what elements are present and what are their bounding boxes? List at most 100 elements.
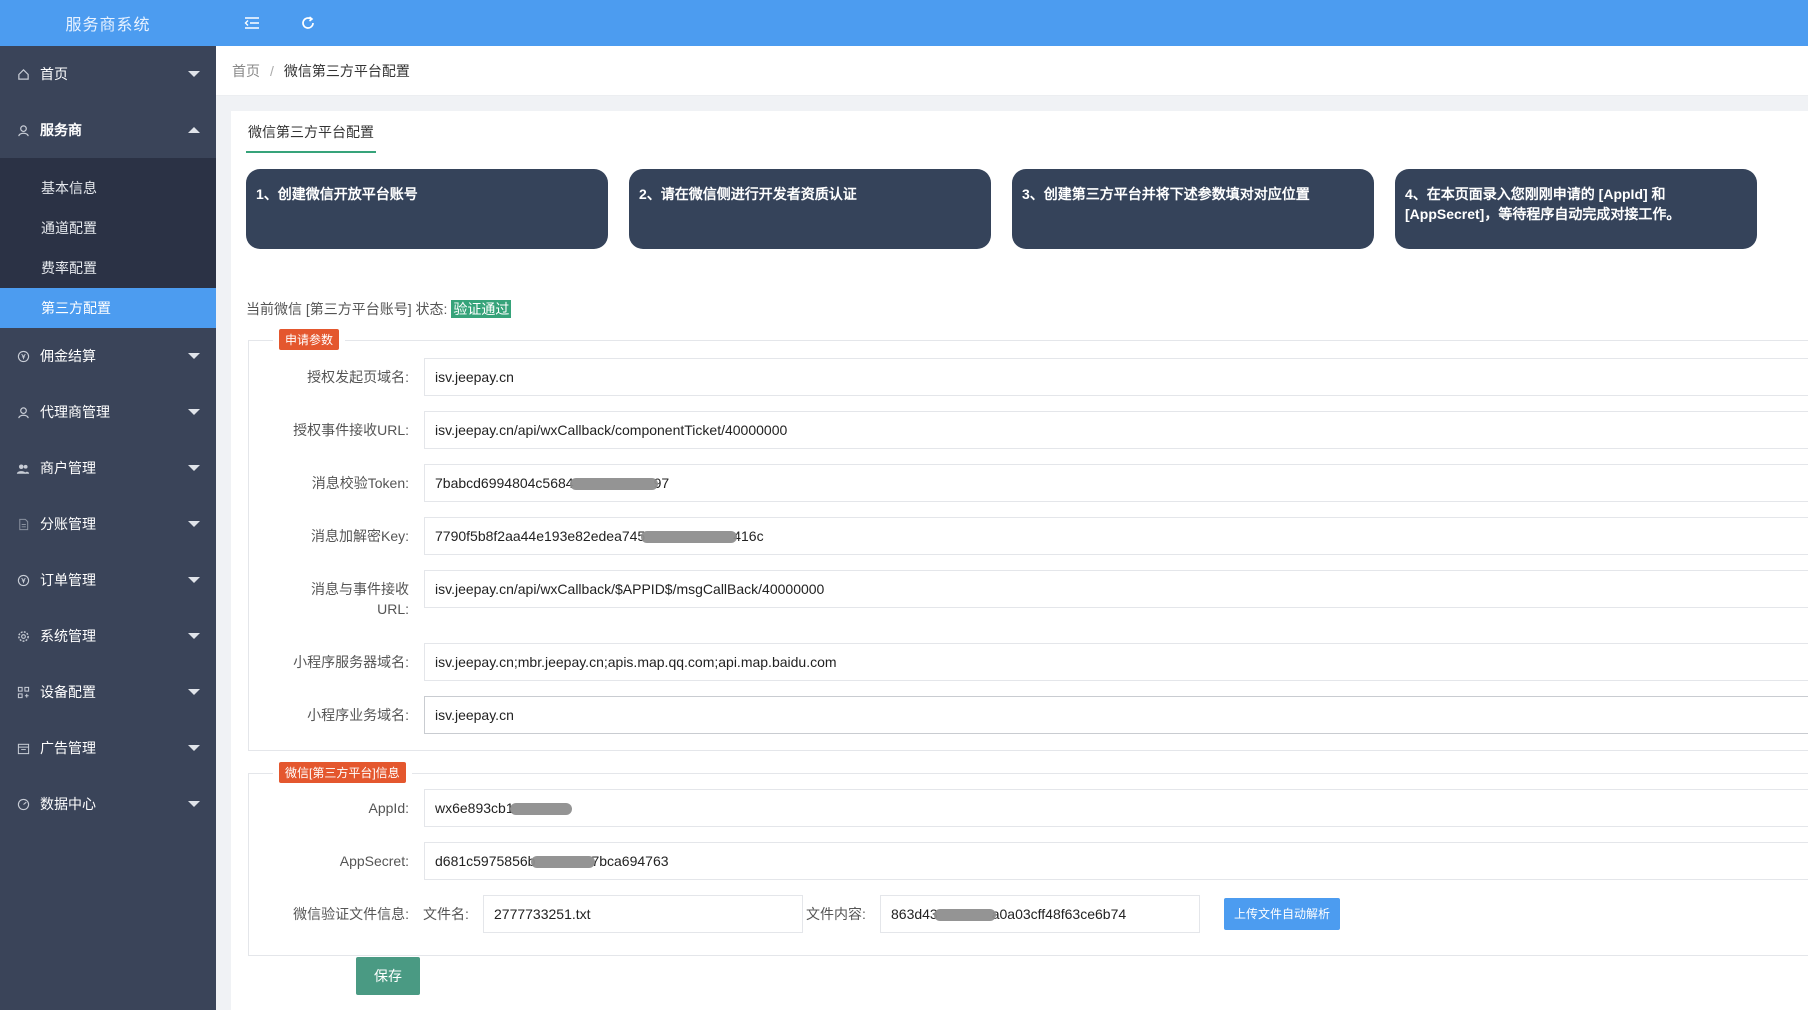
sidebar-item-basic-info[interactable]: 基本信息 [0,168,216,208]
dashboard-icon [16,797,30,811]
sidebar-item-label: 首页 [40,66,68,82]
filename-label: 文件名: [423,906,469,922]
breadcrumb-current: 微信第三方平台配置 [283,62,410,79]
auth-page-domain-input[interactable]: isv.jeepay.cn [424,358,1808,396]
field-label: 消息加解密Key: [310,528,409,544]
refresh-icon[interactable] [298,13,318,33]
appsecret-input[interactable]: d681c5975856b 7bca694763 [424,842,1808,880]
redaction-mask [933,909,996,922]
sidebar-item-provider[interactable]: 服务商 [0,102,216,158]
status-prefix: 当前微信 [第三方平台账号] 状态: [246,301,452,317]
apply-params-section: 申请参数 授权发起页域名: isv.jeepay.cn 授权事件接收URL: i… [248,329,1808,751]
save-button[interactable]: 保存 [356,957,420,995]
sidebar-item-label: 设备配置 [40,684,96,700]
field-label: 微信验证文件信息: [293,906,409,922]
value-end: 7bca694763 [591,853,669,869]
user-icon [16,405,30,419]
auth-event-url-input[interactable]: isv.jeepay.cn/api/wxCallback/componentTi… [424,411,1808,449]
message-aes-key-input[interactable]: 7790f5b8f2aa44e193e82edea745 416c [424,517,1808,555]
sidebar-item-label: 代理商管理 [40,404,110,420]
field-label: 授权发起页域名: [307,369,409,385]
upload-parse-button[interactable]: 上传文件自动解析 [1224,898,1341,930]
platform-info-section: 微信[第三方平台]信息 AppId: wx6e893cb1 AppSecret:… [248,762,1808,956]
sidebar-item-label: 商户管理 [40,460,96,476]
breadcrumb-home[interactable]: 首页 [232,61,260,81]
yen-icon [16,349,30,363]
sidebar-item-commission[interactable]: 佣金结算 [0,328,216,384]
redaction-mask [569,478,658,491]
tab-wechat-third-party-config[interactable]: 微信第三方平台配置 [246,111,376,153]
chevron-down-icon [188,745,200,751]
sidebar: 服务商系统 首页 服务商 基本信息 通道配置 费率配置 第三方配置 佣金结算 代… [0,0,216,1010]
miniprogram-business-domain-input[interactable]: isv.jeepay.cn [424,696,1808,734]
main-panel: 微信第三方平台配置 1、创建微信开放平台账号 2、请在微信侧进行开发者资质认证 … [231,111,1808,1010]
steps-guide: 1、创建微信开放平台账号 2、请在微信侧进行开发者资质认证 3、创建第三方平台并… [246,169,1808,249]
value-start: d681c5975856b [435,853,536,869]
value-start: 7babcd6994804c5684 [435,475,574,491]
sidebar-item-channel-config[interactable]: 通道配置 [0,208,216,248]
sidebar-item-agent[interactable]: 代理商管理 [0,384,216,440]
chevron-down-icon [188,521,200,527]
sidebar-item-label: 服务商 [40,122,82,138]
message-token-input[interactable]: 7babcd6994804c5684 97 [424,464,1808,502]
field-label: AppId: [368,800,409,816]
value-start: wx6e893cb1 [435,800,514,816]
value-start: 7790f5b8f2aa44e193e82edea745 [435,528,646,544]
sidebar-item-label: 分账管理 [40,516,96,532]
sidebar-item-ads[interactable]: 广告管理 [0,720,216,776]
redaction-mask [509,803,572,816]
apps-icon [16,685,30,699]
breadcrumb: 首页 / 微信第三方平台配置 [216,46,1808,96]
file-icon [16,517,30,531]
sidebar-item-split[interactable]: 分账管理 [0,496,216,552]
message-callback-url-input[interactable]: isv.jeepay.cn/api/wxCallback/$APPID$/msg… [424,570,1808,608]
yen-icon [16,573,30,587]
status-badge: 验证通过 [451,300,512,318]
sidebar-item-third-party-config[interactable]: 第三方配置 [0,288,216,328]
chevron-down-icon [188,633,200,639]
field-label: AppSecret: [339,853,409,869]
sidebar-item-home[interactable]: 首页 [0,46,216,102]
section-legend: 申请参数 [279,329,340,350]
sidebar-item-label: 数据中心 [40,796,96,812]
menu-fold-icon[interactable] [242,13,262,33]
chevron-down-icon [188,465,200,471]
provider-submenu: 基本信息 通道配置 费率配置 第三方配置 [0,158,216,328]
sidebar-item-data-center[interactable]: 数据中心 [0,776,216,832]
sidebar-item-merchant[interactable]: 商户管理 [0,440,216,496]
app-title: 服务商系统 [0,0,216,46]
team-icon [16,461,30,475]
redaction-mask [531,856,596,869]
verify-filename-input[interactable]: 2777733251.txt [483,895,803,933]
chevron-down-icon [188,71,200,77]
field-label-line2: URL: [377,601,409,617]
chevron-down-icon [188,801,200,807]
appid-input[interactable]: wx6e893cb1 [424,789,1808,827]
field-label: 小程序业务域名: [307,707,409,723]
step-card: 3、创建第三方平台并将下述参数填对对应位置 [1012,169,1374,249]
field-label-line1: 消息与事件接收 [311,581,409,597]
legend-wrap: 微信[第三方平台]信息 [273,762,412,784]
chevron-down-icon [188,353,200,359]
value-end: a0a03cff48f63ce6b74 [991,906,1127,922]
sidebar-item-system[interactable]: 系统管理 [0,608,216,664]
value-end: 416c [733,528,764,544]
legend-wrap: 申请参数 [273,329,346,351]
user-icon [16,123,30,137]
sidebar-item-device[interactable]: 设备配置 [0,664,216,720]
sidebar-item-label: 系统管理 [40,628,96,644]
breadcrumb-separator: / [270,62,274,79]
field-label: 小程序服务器域名: [293,654,409,670]
field-label: 授权事件接收URL: [293,422,409,438]
home-icon [16,67,30,81]
miniprogram-server-domain-input[interactable]: isv.jeepay.cn;mbr.jeepay.cn;apis.map.qq.… [424,643,1808,681]
step-card: 2、请在微信侧进行开发者资质认证 [629,169,991,249]
sidebar-item-orders[interactable]: 订单管理 [0,552,216,608]
field-label: 消息与事件接收 URL: [249,579,409,619]
tab-bar: 微信第三方平台配置 [246,111,376,153]
verify-file-content-input[interactable]: 863d43 a0a03cff48f63ce6b74 [880,895,1200,933]
chevron-up-icon [188,127,200,133]
gear-icon [16,629,30,643]
file-content-label: 文件内容: [806,906,866,922]
sidebar-item-rate-config[interactable]: 费率配置 [0,248,216,288]
